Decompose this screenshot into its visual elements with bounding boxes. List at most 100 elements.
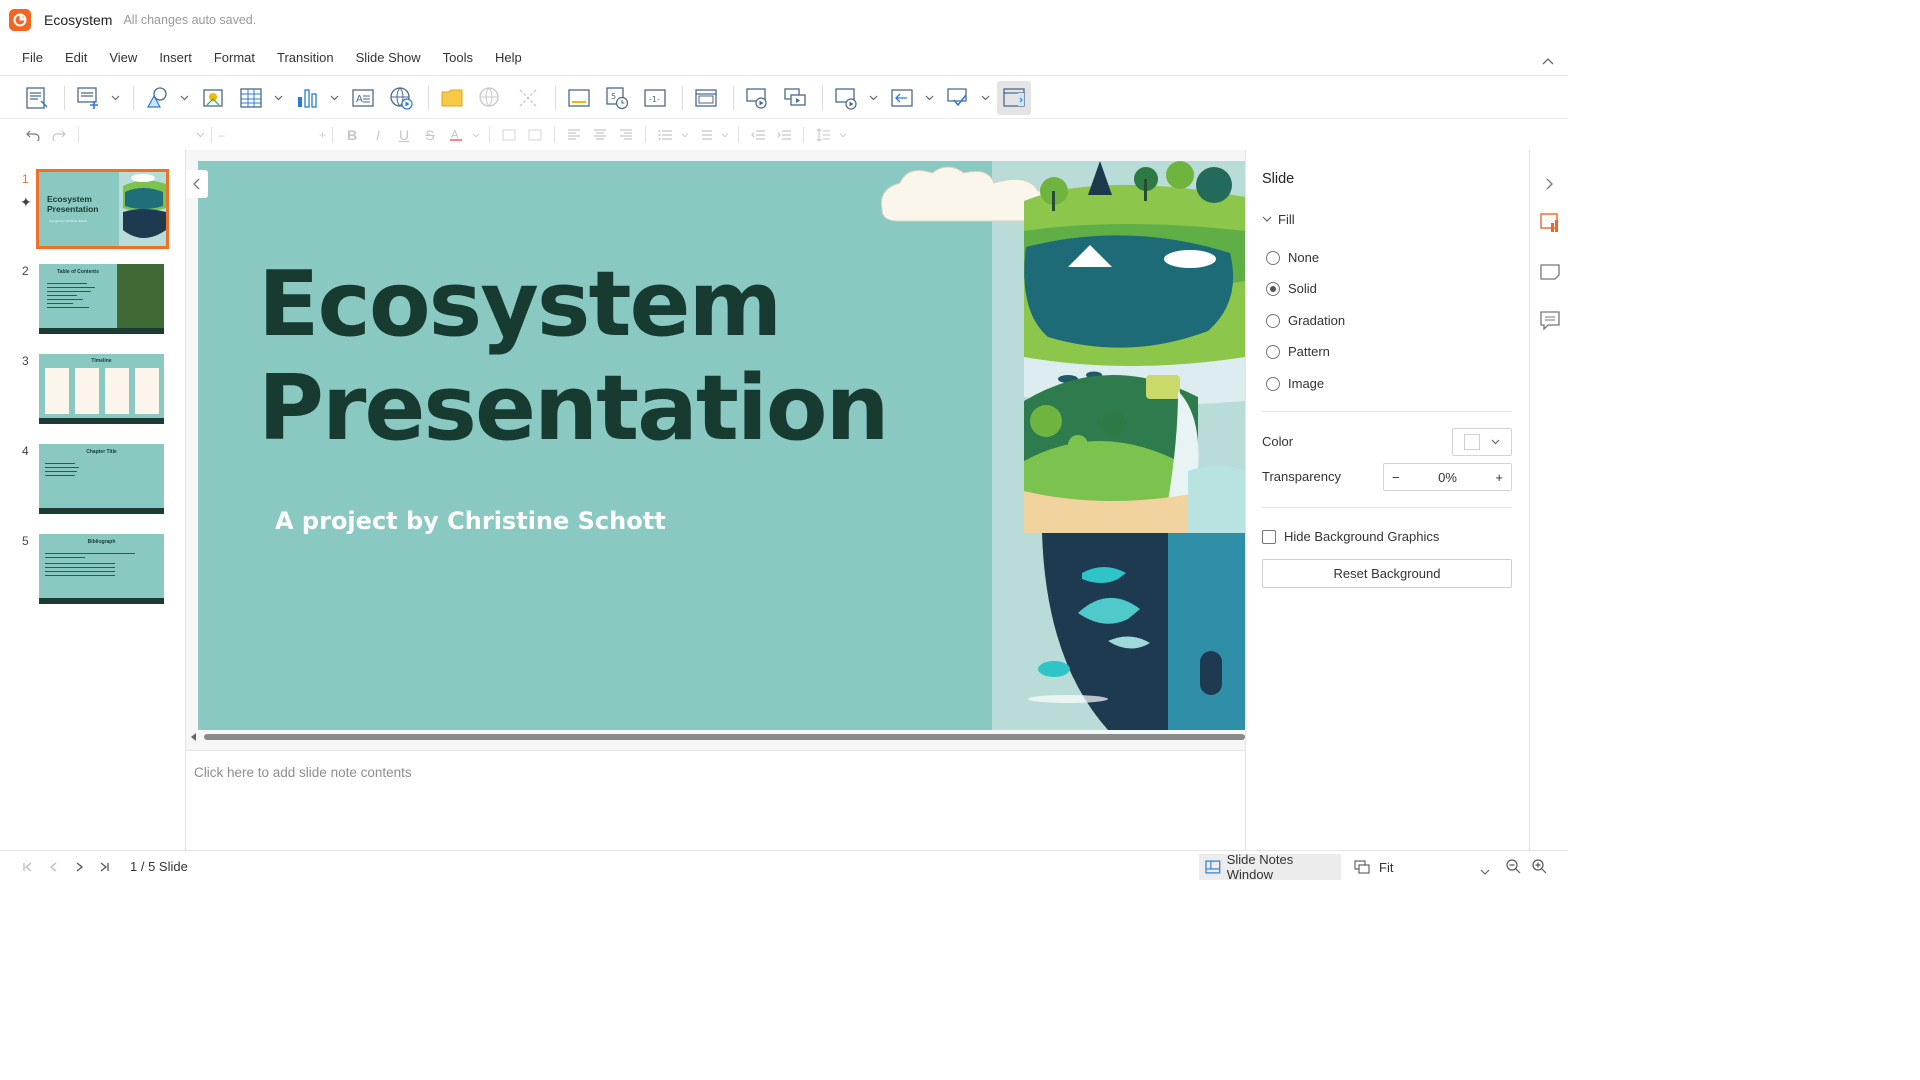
radio-button[interactable] bbox=[1266, 250, 1280, 265]
new-slide-icon[interactable] bbox=[20, 81, 54, 115]
thumbnail-row[interactable]: 2 Table of Contents bbox=[0, 264, 186, 340]
add-slide-icon[interactable] bbox=[71, 81, 105, 115]
chart-icon[interactable] bbox=[290, 81, 324, 115]
app-logo-icon[interactable] bbox=[9, 9, 31, 31]
slide-canvas[interactable]: Ecosystem Presentation A project by Chri… bbox=[198, 161, 1245, 730]
previous-slide-icon[interactable] bbox=[46, 859, 62, 875]
shape-properties-icon[interactable] bbox=[1539, 260, 1561, 282]
slide-notes-window-button[interactable]: Slide Notes Window bbox=[1199, 852, 1341, 882]
zoom-out-icon[interactable] bbox=[1505, 858, 1521, 879]
bold-icon[interactable]: B bbox=[339, 123, 365, 147]
transparency-stepper[interactable]: − 0% + bbox=[1383, 463, 1512, 491]
slide-title[interactable]: Ecosystem Presentation bbox=[258, 253, 890, 461]
chevron-down-icon[interactable] bbox=[272, 81, 284, 115]
fill-option-gradation[interactable]: Gradation bbox=[1266, 313, 1345, 328]
checkbox[interactable] bbox=[1262, 529, 1276, 544]
document-title[interactable]: Ecosystem bbox=[44, 12, 112, 28]
scroll-left-icon[interactable] bbox=[190, 733, 198, 741]
web-video-icon[interactable] bbox=[384, 81, 418, 115]
slide-layout-icon[interactable] bbox=[689, 81, 723, 115]
line-spacing-icon[interactable] bbox=[810, 123, 836, 147]
sidebar-toggle-icon[interactable] bbox=[997, 80, 1031, 115]
chevron-down-icon[interactable] bbox=[678, 123, 692, 147]
menu-file[interactable]: File bbox=[11, 50, 54, 65]
italic-icon[interactable]: I bbox=[365, 123, 391, 147]
align-center-icon[interactable] bbox=[587, 123, 613, 147]
zoom-fit-select[interactable]: Fit bbox=[1354, 854, 1494, 880]
thumbnail-row[interactable]: 4 Chapter Title bbox=[0, 444, 186, 520]
fill-section-header[interactable]: Fill bbox=[1262, 212, 1295, 227]
text-box-icon[interactable]: A bbox=[346, 81, 380, 115]
slide-thumbnail[interactable]: Table of Contents bbox=[39, 264, 164, 334]
menu-transition[interactable]: Transition bbox=[266, 50, 345, 65]
expand-panel-icon[interactable] bbox=[1539, 173, 1561, 195]
menu-view[interactable]: View bbox=[98, 50, 148, 65]
present-icon[interactable] bbox=[829, 81, 863, 115]
strikethrough-icon[interactable]: S bbox=[417, 123, 443, 147]
align-left-icon[interactable] bbox=[561, 123, 587, 147]
align-right-icon[interactable] bbox=[613, 123, 639, 147]
chevron-down-icon[interactable] bbox=[718, 123, 732, 147]
next-slide-icon[interactable] bbox=[71, 859, 87, 875]
chevron-down-icon[interactable] bbox=[867, 81, 879, 115]
slide-subtitle[interactable]: A project by Christine Schott bbox=[275, 507, 666, 535]
slide-thumbnail[interactable]: Chapter Title bbox=[39, 444, 164, 514]
shapes-icon[interactable] bbox=[140, 81, 174, 115]
bullet-list-icon[interactable] bbox=[652, 123, 678, 147]
thumbnail-row[interactable]: 1 ✦ Ecosystem Presentation A project by … bbox=[0, 169, 186, 249]
slide-thumbnail[interactable]: Ecosystem Presentation A project by Chri… bbox=[36, 169, 169, 249]
scrollbar-thumb[interactable] bbox=[204, 734, 1245, 740]
chevron-down-icon[interactable] bbox=[923, 81, 935, 115]
font-family-select[interactable] bbox=[85, 124, 205, 146]
color-picker[interactable] bbox=[1452, 428, 1512, 456]
menu-slide-show[interactable]: Slide Show bbox=[345, 50, 432, 65]
menu-help[interactable]: Help bbox=[484, 50, 533, 65]
notes-placeholder[interactable]: Click here to add slide note contents bbox=[194, 765, 412, 780]
menu-format[interactable]: Format bbox=[203, 50, 266, 65]
minus-icon[interactable]: − bbox=[1392, 470, 1400, 485]
numbered-list-icon[interactable] bbox=[692, 123, 718, 147]
chevron-down-icon[interactable] bbox=[109, 81, 121, 115]
last-slide-icon[interactable] bbox=[96, 859, 112, 875]
menu-insert[interactable]: Insert bbox=[148, 50, 203, 65]
slide-properties-icon[interactable] bbox=[1539, 212, 1561, 234]
chevron-down-icon[interactable] bbox=[469, 123, 483, 147]
menu-edit[interactable]: Edit bbox=[54, 50, 98, 65]
underline-icon[interactable]: U bbox=[391, 123, 417, 147]
slide-number-icon[interactable]: -1- bbox=[638, 81, 672, 115]
plus-icon[interactable]: + bbox=[319, 128, 326, 142]
ecosystem-illustration[interactable] bbox=[878, 161, 1245, 730]
radio-button[interactable] bbox=[1266, 281, 1280, 296]
image-icon[interactable] bbox=[196, 81, 230, 115]
minus-icon[interactable]: – bbox=[218, 128, 225, 142]
slide-notes-area[interactable]: Click here to add slide note contents bbox=[186, 750, 1245, 850]
reset-background-button[interactable]: Reset Background bbox=[1262, 559, 1512, 588]
undo-icon[interactable] bbox=[20, 123, 46, 147]
play-from-start-icon[interactable] bbox=[740, 81, 774, 115]
diagonal-icon[interactable] bbox=[511, 81, 545, 115]
plus-icon[interactable]: + bbox=[1495, 470, 1503, 485]
collapse-thumbnails-button[interactable] bbox=[186, 170, 208, 198]
fill-option-none[interactable]: None bbox=[1266, 250, 1319, 265]
transparency-value[interactable]: 0% bbox=[1438, 470, 1457, 485]
play-current-icon[interactable] bbox=[778, 81, 812, 115]
font-color-icon[interactable]: A bbox=[443, 123, 469, 147]
radio-button[interactable] bbox=[1266, 344, 1280, 359]
text-effect-icon[interactable] bbox=[496, 123, 522, 147]
table-icon[interactable] bbox=[234, 81, 268, 115]
thumbnail-row[interactable]: 5 Bibliograph bbox=[0, 534, 186, 610]
radio-button[interactable] bbox=[1266, 376, 1280, 391]
chevron-down-icon[interactable] bbox=[328, 81, 340, 115]
chevron-down-icon[interactable] bbox=[1480, 862, 1490, 880]
horizontal-scrollbar[interactable] bbox=[190, 732, 1245, 742]
thumbnail-row[interactable]: 3 Timeline bbox=[0, 354, 186, 430]
sticky-note-icon[interactable] bbox=[435, 81, 469, 115]
comments-icon[interactable] bbox=[1539, 309, 1561, 331]
slide-thumbnail[interactable]: Bibliograph bbox=[39, 534, 164, 604]
header-footer-icon[interactable] bbox=[562, 81, 596, 115]
redo-icon[interactable] bbox=[46, 123, 72, 147]
decrease-indent-icon[interactable] bbox=[745, 123, 771, 147]
comment-icon[interactable] bbox=[941, 81, 975, 115]
globe-icon[interactable] bbox=[473, 81, 507, 115]
fill-option-solid[interactable]: Solid bbox=[1266, 281, 1317, 296]
